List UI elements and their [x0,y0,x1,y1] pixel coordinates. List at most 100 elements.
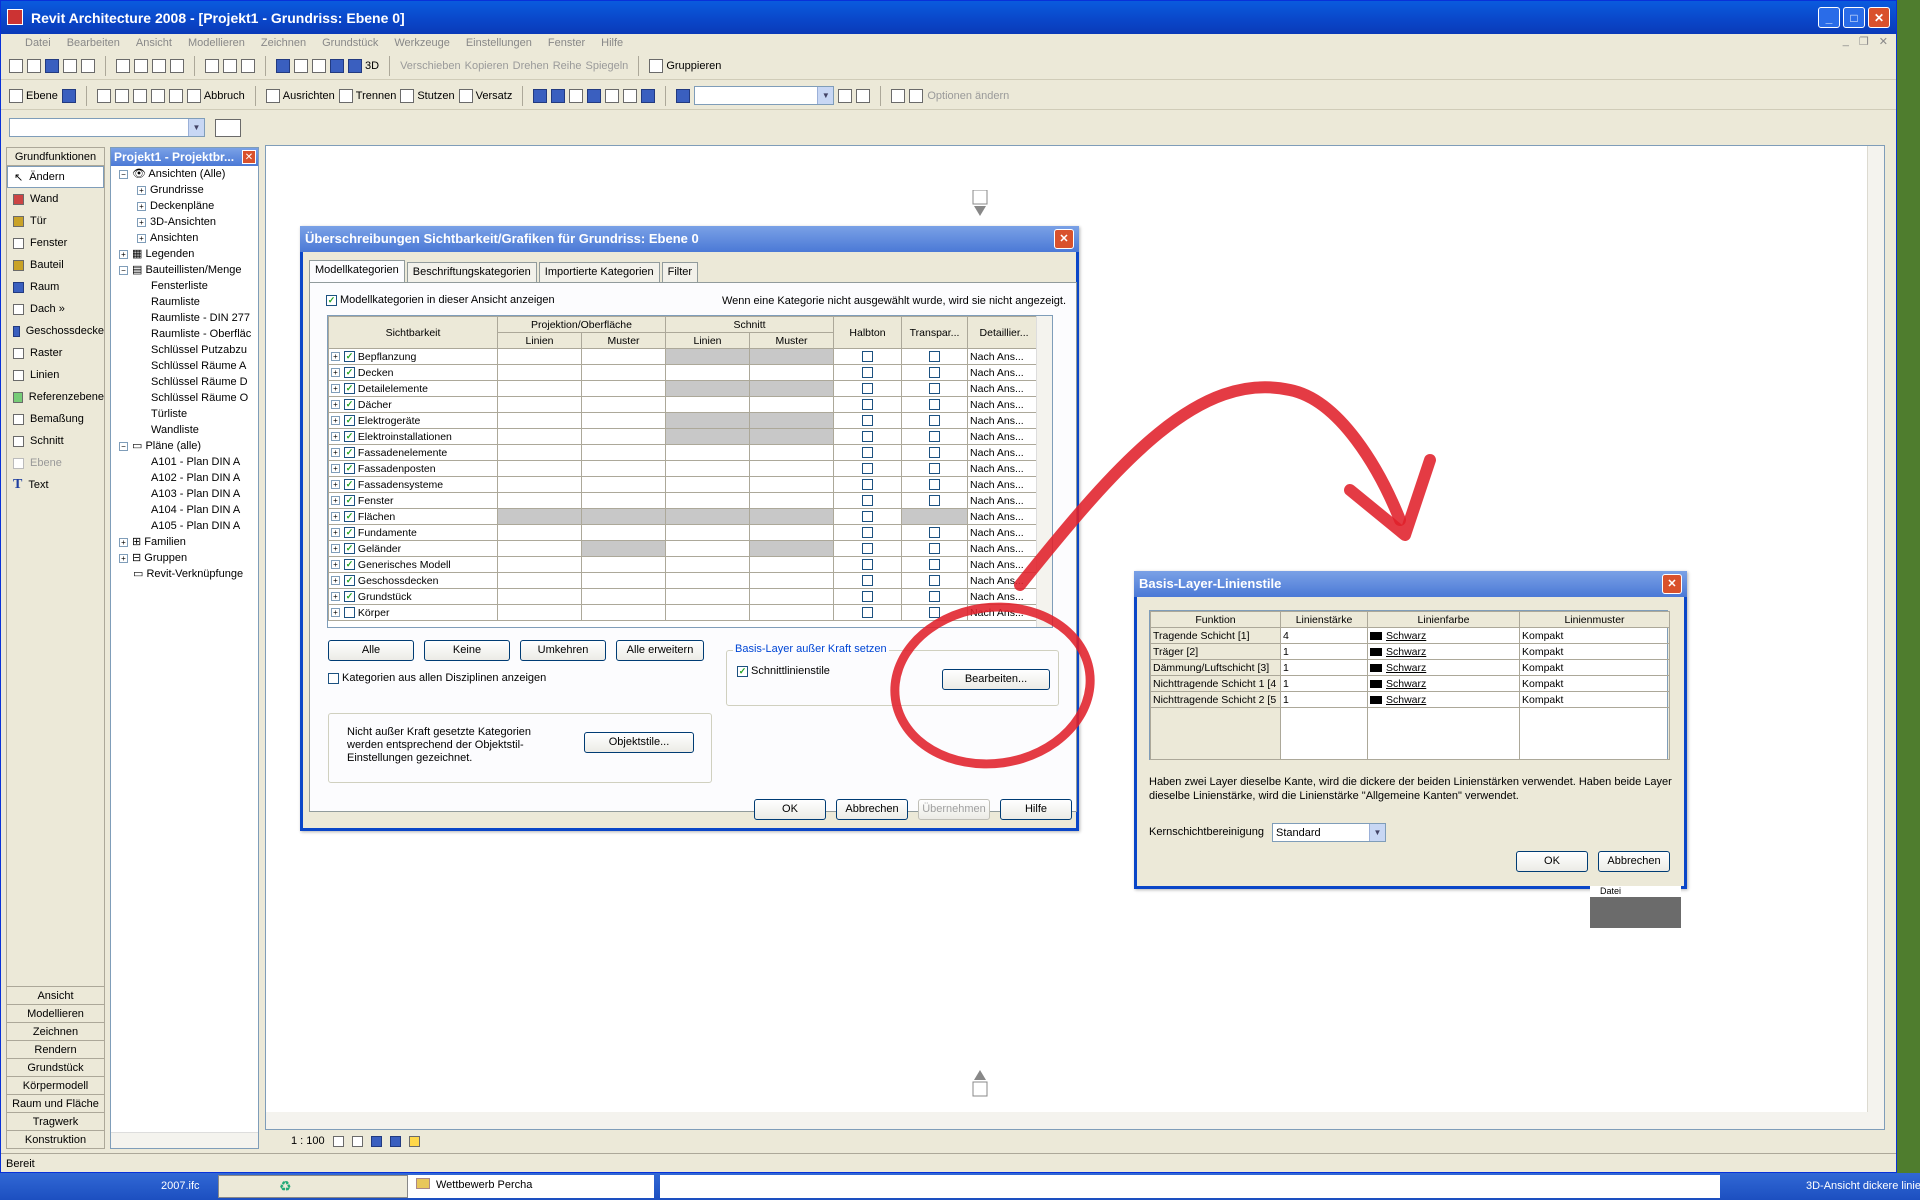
category-checkbox[interactable]: ✓ [344,575,355,587]
expand-icon[interactable]: + [331,608,340,618]
category-row[interactable]: + ✓ Flächen Nach Ans... [328,508,1042,525]
close-icon[interactable]: ✕ [1054,229,1074,249]
transparent-cell[interactable] [901,444,969,461]
split-button[interactable]: Trennen [338,88,396,103]
override-cell[interactable] [580,476,667,493]
halftone-checkbox[interactable] [862,463,874,475]
default-3d-icon[interactable] [330,58,344,73]
halftone-checkbox[interactable] [862,415,874,427]
override-cell[interactable] [497,508,582,525]
transparent-checkbox[interactable] [929,447,941,459]
edit-option-icon[interactable] [856,88,871,103]
override-cell[interactable] [580,380,667,397]
elevation-marker-icon[interactable] [971,190,991,226]
design-text[interactable]: T Text [7,474,104,496]
transparent-checkbox[interactable] [929,559,941,571]
override-cell[interactable] [497,460,582,477]
override-cell[interactable] [580,492,667,509]
layer-weight[interactable]: 1 [1280,659,1368,676]
design-wall[interactable]: Wand [7,188,104,210]
rotate-button[interactable]: Drehen [513,60,549,72]
override-cell[interactable] [580,348,667,365]
category-checkbox[interactable]: ✓ [344,367,355,379]
halftone-cell[interactable] [833,444,903,461]
transparent-cell[interactable] [901,524,969,541]
halftone-cell[interactable] [833,364,903,381]
level-button[interactable]: Ebene [9,88,58,103]
override-cell[interactable] [665,572,751,589]
tab-tragwerk[interactable]: Tragwerk [7,1112,104,1130]
design-room[interactable]: Raum [7,276,104,298]
tree-node[interactable]: + Deckenpläne [111,198,258,214]
col-sichtbarkeit[interactable]: Sichtbarkeit [328,316,498,349]
override-cell[interactable] [580,556,667,573]
tab-ansicht[interactable]: Ansicht [7,986,104,1004]
design-component[interactable]: Bauteil [7,254,104,276]
override-cell[interactable] [665,444,751,461]
category-row[interactable]: + ✓ Fassadenposten Nach Ans... [328,460,1042,477]
design-grid[interactable]: Raster [7,342,104,364]
override-cell[interactable] [497,428,582,445]
hilfe-button[interactable]: Hilfe [1000,799,1072,820]
taskbar-doc[interactable] [660,1175,1720,1198]
layer-pattern[interactable]: Kompakt [1519,627,1670,644]
tree-node[interactable]: − 👁 Ansichten (Alle) [111,166,258,182]
expand-icon[interactable]: + [331,576,340,586]
category-row[interactable]: + ✓ Fundamente Nach Ans... [328,524,1042,541]
category-checkbox[interactable]: ✓ [344,351,355,363]
category-cell[interactable]: + ✓ Elektroinstallationen [328,428,498,445]
expand-icon[interactable]: + [331,512,340,522]
category-row[interactable]: + ✓ Fassadenelemente Nach Ans... [328,444,1042,461]
override-cell[interactable] [749,444,835,461]
override-cell[interactable] [749,348,835,365]
tree-leaf[interactable]: A105 - Plan DIN A [111,518,258,534]
design-door[interactable]: Tür [7,210,104,232]
category-checkbox[interactable]: ✓ [344,559,355,571]
override-cell[interactable] [665,348,751,365]
tree-leaf[interactable]: A102 - Plan DIN A [111,470,258,486]
expand-icon[interactable]: + [331,400,340,410]
layer-weight[interactable]: 1 [1280,691,1368,708]
transparent-cell[interactable] [901,460,969,477]
tab-koerpermodell[interactable]: Körpermodell [7,1076,104,1094]
redo-icon[interactable] [223,58,237,73]
menu-werkzeuge[interactable]: Werkzeuge [394,37,449,49]
category-checkbox[interactable]: ✓ [344,415,355,427]
layer-pattern[interactable]: Kompakt [1519,659,1670,676]
category-cell[interactable]: + ✓ Fassadenelemente [328,444,498,461]
halftone-checkbox[interactable] [862,511,874,523]
halftone-cell[interactable] [833,572,903,589]
transparent-cell[interactable] [901,540,969,557]
shadows-icon[interactable] [370,1135,382,1147]
taskbar-item[interactable]: 3D-Ansicht dickere linie [1800,1175,1920,1197]
transparent-checkbox[interactable] [929,383,941,395]
override-cell[interactable] [665,492,751,509]
override-cell[interactable] [665,460,751,477]
transparent-checkbox[interactable] [929,431,941,443]
override-cell[interactable] [580,444,667,461]
override-cell[interactable] [497,524,582,541]
measure-icon[interactable] [641,88,656,103]
override-cell[interactable] [497,572,582,589]
reveal-icon[interactable] [623,88,638,103]
tree-node[interactable]: ▭ Revit-Verknüpfunge [111,566,258,582]
tree-leaf[interactable]: A104 - Plan DIN A [111,502,258,518]
halftone-checkbox[interactable] [862,527,874,539]
tab-konstruktion[interactable]: Konstruktion [7,1130,104,1148]
browser-hscroll[interactable] [111,1132,258,1148]
print-icon[interactable] [81,58,95,73]
expand-icon[interactable]: + [331,496,340,506]
match-icon[interactable] [114,88,129,103]
elevation-marker-icon[interactable] [971,1064,991,1100]
halftone-checkbox[interactable] [862,575,874,587]
paste-icon[interactable] [152,58,166,73]
transparent-checkbox[interactable] [929,591,941,603]
tree-node[interactable]: +3D-Ansichten [111,214,258,230]
category-checkbox[interactable]: ✓ [344,447,355,459]
tab-zeichnen[interactable]: Zeichnen [7,1022,104,1040]
alle-erweitern-button[interactable]: Alle erweitern [616,640,704,661]
category-row[interactable]: + ✓ Geschossdecken Nach Ans... [328,572,1042,589]
col-schnitt-linien[interactable]: Linien [665,332,751,349]
pick-option-icon[interactable] [838,88,853,103]
halftone-cell[interactable] [833,412,903,429]
